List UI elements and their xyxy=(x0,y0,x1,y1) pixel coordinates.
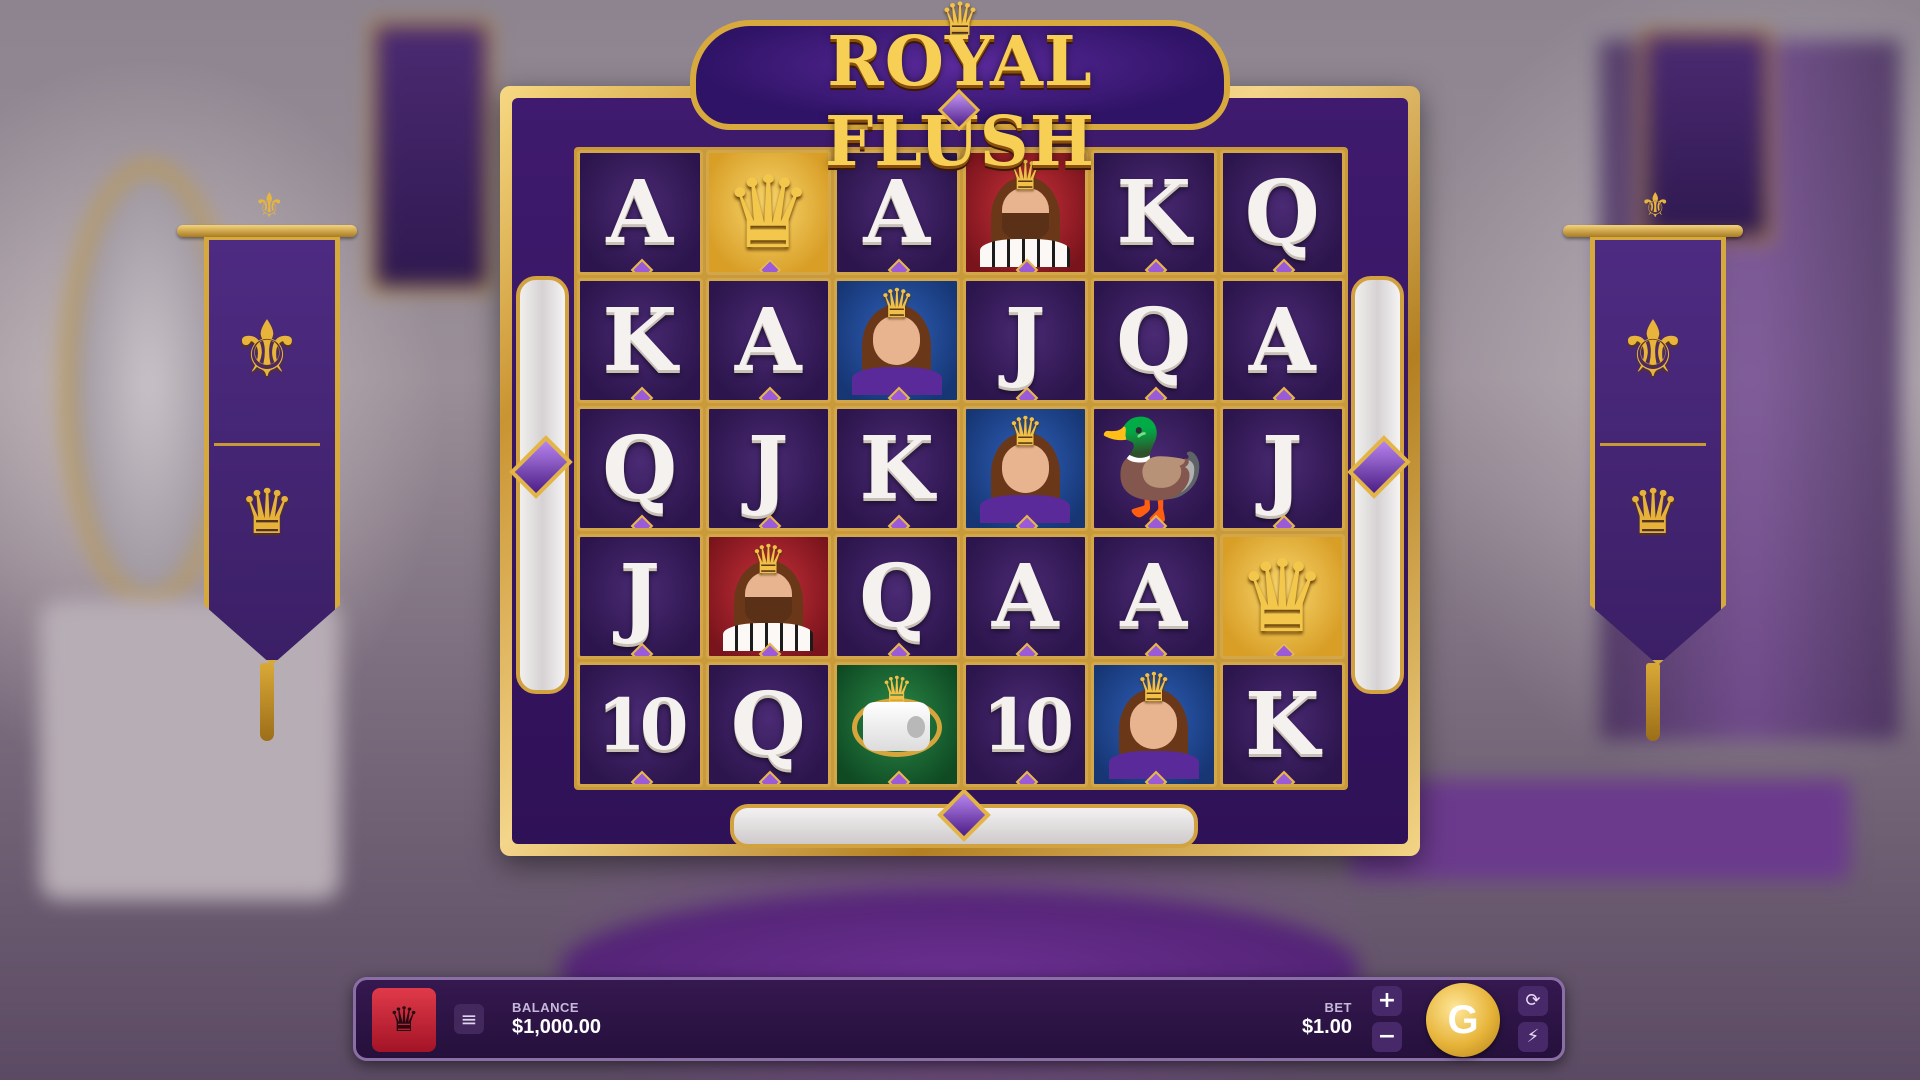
banner-rod xyxy=(1563,225,1743,237)
symbol-k: K xyxy=(859,417,935,519)
symbol-10: 10 xyxy=(597,682,688,766)
reel-cell: ♛ xyxy=(834,662,960,787)
reel-cell: ♛ xyxy=(1091,662,1217,787)
symbol-j: J xyxy=(747,417,789,519)
game-logo: ♛ ROYAL FLUSH xyxy=(690,0,1230,182)
reel-cell: Q xyxy=(1091,278,1217,403)
queen-portrait-icon: ♛ xyxy=(1100,665,1208,780)
autoplay-icon: ⟳ xyxy=(1525,990,1541,1011)
banner-divider xyxy=(1600,443,1706,446)
balance-value: $1,000.00 xyxy=(512,1016,601,1038)
reel-cell: ♛ xyxy=(962,406,1088,531)
symbol-a: A xyxy=(863,161,931,263)
fleur-de-lis-icon: ⚜ xyxy=(232,305,302,395)
reel-cell: K xyxy=(577,278,703,403)
reel-cell: A xyxy=(962,534,1088,659)
reel-cell: ♛ xyxy=(834,278,960,403)
symbol-a: A xyxy=(991,545,1059,647)
symbol-q: Q xyxy=(1116,289,1192,391)
bet-label: BET xyxy=(1324,1000,1352,1015)
crown-symbol-icon: ♛ xyxy=(1237,537,1328,655)
king-portrait-icon: ♛ xyxy=(714,537,822,652)
lightning-icon: ⚡ xyxy=(1526,1026,1540,1047)
symbol-a: A xyxy=(1248,289,1316,391)
symbol-q: Q xyxy=(730,673,806,775)
symbol-k: K xyxy=(602,289,678,391)
queen-portrait-icon: ♛ xyxy=(971,409,1079,524)
symbol-10: 10 xyxy=(982,682,1074,766)
symbol-k: K xyxy=(1116,161,1192,263)
symbol-k: K xyxy=(1244,673,1320,775)
reel-cell: Q xyxy=(705,662,831,787)
reel-cell: A xyxy=(1091,534,1217,659)
background-steps xyxy=(1350,780,1850,880)
crown-emblem-icon: ♛ xyxy=(388,1000,420,1040)
banner-cloth xyxy=(204,237,340,665)
queen-portrait-icon: ♛ xyxy=(843,281,951,396)
symbol-q: Q xyxy=(1244,161,1320,263)
bet-increase-button[interactable]: + xyxy=(1372,986,1402,1016)
banner-tassel xyxy=(1646,663,1660,741)
symbol-a: A xyxy=(606,161,674,263)
symbol-q: Q xyxy=(859,545,935,647)
hamburger-icon: ≡ xyxy=(460,1007,478,1031)
fleur-finial-icon: ⚜ xyxy=(254,186,285,226)
reel-cell: ♛ xyxy=(705,534,831,659)
symbol-q: Q xyxy=(602,417,678,519)
reel-cell: J xyxy=(577,534,703,659)
fleur-de-lis-icon: ⚜ xyxy=(1618,305,1688,395)
crown-icon: ♛ xyxy=(239,475,295,548)
reel-cell: 10 xyxy=(577,662,703,787)
fleur-finial-icon: ⚜ xyxy=(1640,186,1671,226)
spin-button[interactable]: G xyxy=(1426,983,1500,1057)
turbo-button[interactable]: ⚡ xyxy=(1518,1022,1548,1052)
reel-cell: A xyxy=(705,278,831,403)
reel-cell: A xyxy=(577,150,703,275)
right-banner: ⚜ ⚜ ♛ xyxy=(1563,185,1743,760)
balance-label: BALANCE xyxy=(512,1000,580,1015)
reel-cell: J xyxy=(1219,406,1345,531)
symbol-j: J xyxy=(619,545,661,647)
rubber-duck-icon: 🦆 xyxy=(1093,412,1214,525)
symbol-j: J xyxy=(1004,289,1046,391)
left-banner: ⚜ ⚜ ♛ xyxy=(177,185,357,760)
reel-cell: J xyxy=(962,278,1088,403)
background-banner xyxy=(370,20,492,292)
menu-button[interactable]: ≡ xyxy=(454,1004,484,1034)
reel-cell: K xyxy=(834,406,960,531)
symbol-j: J xyxy=(1261,417,1303,519)
symbol-a: A xyxy=(1120,545,1188,647)
bet-decrease-button[interactable]: − xyxy=(1372,1022,1402,1052)
home-button[interactable]: ♛ xyxy=(372,988,436,1052)
autoplay-button[interactable]: ⟳ xyxy=(1518,986,1548,1016)
symbol-a: A xyxy=(734,289,802,391)
banner-rod xyxy=(177,225,357,237)
banner-divider xyxy=(214,443,320,446)
reel-cell: ♛ xyxy=(1219,534,1345,659)
banner-cloth xyxy=(1590,237,1726,665)
reel-cell: A xyxy=(1219,278,1345,403)
reel-cell: Q xyxy=(577,406,703,531)
reel-cell: Q xyxy=(834,534,960,659)
reel-cell: Q xyxy=(1219,150,1345,275)
control-bar: ♛ ≡ BALANCE $1,000.00 BET $1.00 + − G ⟳ … xyxy=(353,977,1565,1061)
reel-cell: 10 xyxy=(962,662,1088,787)
reel-cell: J xyxy=(705,406,831,531)
reel-cell: 🦆 xyxy=(1091,406,1217,531)
banner-tassel xyxy=(260,663,274,741)
toilet-paper-icon: ♛ xyxy=(851,670,942,762)
reel-grid: A ♛ A ♛ K Q K A ♛ J Q A Q J K ♛ 🦆 J J ♛ Q A A ♛ 10 Q ♛ 10 ♛ K xyxy=(574,147,1348,790)
crown-icon: ♛ xyxy=(1625,475,1681,548)
bet-value: $1.00 xyxy=(1301,1016,1352,1038)
reel-cell: K xyxy=(1219,662,1345,787)
